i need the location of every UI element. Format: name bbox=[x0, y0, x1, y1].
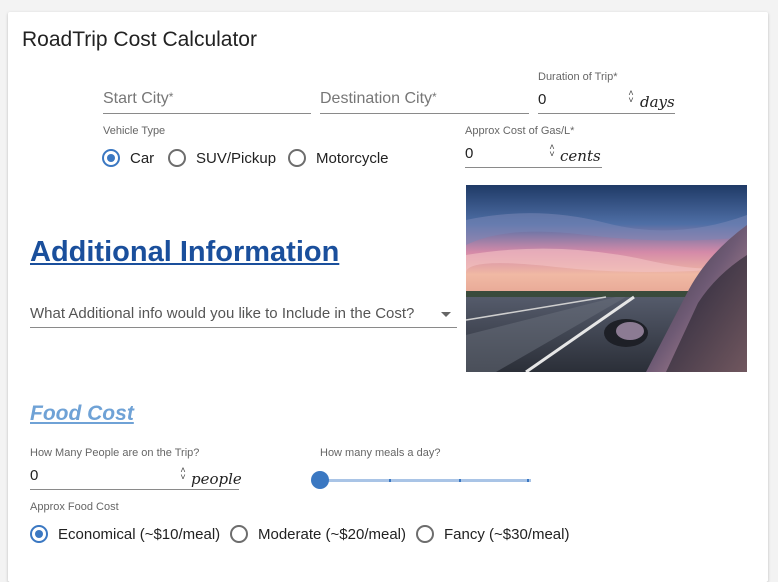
additional-info-underline bbox=[30, 327, 457, 328]
food-cost-type-label: Approx Food Cost bbox=[30, 501, 119, 513]
vehicle-radio-suv[interactable] bbox=[168, 149, 186, 167]
people-count-input[interactable]: 0 bbox=[30, 467, 38, 484]
food-option-fancy[interactable]: Fancy (~$30/meal) bbox=[444, 526, 569, 543]
gas-cost-input[interactable]: 0 bbox=[465, 145, 473, 162]
vehicle-radio-car[interactable] bbox=[102, 149, 120, 167]
people-count-field[interactable]: How Many People are on the Trip? 0 ˄ ˅ pe… bbox=[30, 445, 242, 491]
vehicle-type-label: Vehicle Type bbox=[103, 125, 166, 137]
spinner-arrows-icon[interactable]: ˄ ˅ bbox=[626, 89, 636, 105]
spinner-arrows-icon[interactable]: ˄ ˅ bbox=[547, 143, 557, 159]
additional-info-select[interactable]: What Additional info would you like to I… bbox=[30, 302, 457, 328]
destination-city-underline bbox=[320, 113, 529, 114]
food-radio-economical[interactable] bbox=[30, 525, 48, 543]
slider-tick bbox=[389, 479, 391, 482]
vehicle-option-car[interactable]: Car bbox=[130, 150, 154, 167]
gas-cost-underline bbox=[465, 167, 602, 168]
additional-info-placeholder: What Additional info would you like to I… bbox=[30, 305, 415, 322]
start-city-underline bbox=[103, 113, 311, 114]
gas-cost-field[interactable]: Approx Cost of Gas/L* 0 ˄ ˅ cents bbox=[465, 122, 602, 168]
vehicle-radio-motorcycle[interactable] bbox=[288, 149, 306, 167]
slider-tick bbox=[459, 479, 461, 482]
food-option-moderate[interactable]: Moderate (~$20/meal) bbox=[258, 526, 406, 543]
vehicle-option-motorcycle[interactable]: Motorcycle bbox=[316, 150, 389, 167]
food-radio-fancy[interactable] bbox=[416, 525, 434, 543]
food-radio-moderate[interactable] bbox=[230, 525, 248, 543]
duration-input[interactable]: 0 bbox=[538, 91, 546, 108]
slider-track bbox=[320, 479, 531, 482]
duration-label: Duration of Trip bbox=[538, 71, 614, 83]
gas-cost-unit: cents bbox=[560, 147, 601, 165]
destination-city-label: Destination City bbox=[320, 90, 433, 107]
start-city-field[interactable]: Start City* bbox=[103, 88, 311, 114]
people-count-unit: people bbox=[191, 470, 242, 488]
required-mark: * bbox=[613, 71, 618, 83]
start-city-label: Start City bbox=[103, 90, 169, 107]
people-count-label: How Many People are on the Trip? bbox=[30, 447, 200, 459]
duration-unit: days bbox=[640, 93, 675, 111]
calculator-card: RoadTrip Cost Calculator Start City* Des… bbox=[8, 12, 768, 582]
road-car-photo bbox=[466, 185, 747, 372]
required-mark: * bbox=[570, 125, 575, 137]
required-mark: * bbox=[168, 90, 174, 104]
duration-underline bbox=[538, 113, 675, 114]
slider-thumb[interactable] bbox=[311, 471, 329, 489]
required-mark: * bbox=[432, 90, 437, 104]
people-count-underline bbox=[30, 489, 239, 490]
additional-info-heading: Additional Information bbox=[30, 236, 340, 268]
slider-tick bbox=[527, 479, 529, 482]
food-cost-heading: Food Cost bbox=[30, 402, 134, 425]
page-title: RoadTrip Cost Calculator bbox=[22, 28, 257, 51]
dropdown-caret-icon bbox=[441, 312, 451, 317]
meals-per-day-label: How many meals a day? bbox=[320, 447, 441, 459]
destination-city-field[interactable]: Destination City* bbox=[320, 88, 529, 114]
duration-field[interactable]: Duration of Trip* 0 ˄ ˅ days bbox=[538, 68, 675, 114]
vehicle-option-suv[interactable]: SUV/Pickup bbox=[196, 150, 276, 167]
meals-per-day-slider[interactable] bbox=[311, 470, 531, 492]
food-option-economical[interactable]: Economical (~$10/meal) bbox=[58, 526, 220, 543]
gas-cost-label: Approx Cost of Gas/L bbox=[465, 125, 571, 137]
spinner-arrows-icon[interactable]: ˄ ˅ bbox=[178, 466, 188, 482]
